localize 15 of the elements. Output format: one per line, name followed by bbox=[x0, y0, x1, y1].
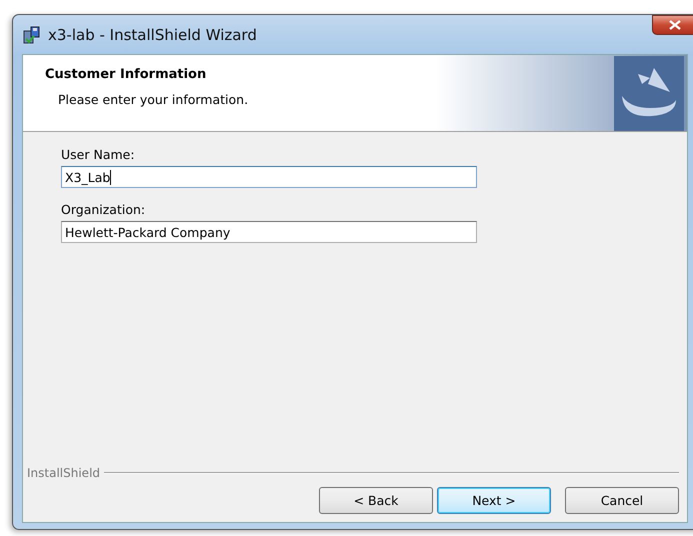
input-field[interactable]: X3_Lab bbox=[61, 166, 477, 188]
wizard-button[interactable]: < Back bbox=[319, 487, 433, 514]
page-subtitle: Please enter your information. bbox=[57, 91, 248, 109]
page-title: Customer Information bbox=[45, 66, 208, 84]
installer-icon bbox=[22, 24, 42, 44]
brand-label: InstallShield bbox=[27, 466, 100, 480]
wizard-button[interactable]: Cancel bbox=[565, 487, 679, 514]
window-title: x3-lab - InstallShield Wizard bbox=[48, 26, 257, 44]
field-label: Organization: bbox=[61, 201, 146, 219]
close-icon bbox=[668, 20, 680, 30]
field-label: User Name: bbox=[61, 146, 136, 164]
wizard-button[interactable]: Next > bbox=[437, 487, 551, 514]
input-field[interactable]: Hewlett-Packard Company bbox=[61, 221, 477, 243]
close-button[interactable] bbox=[652, 15, 693, 35]
logo-icon bbox=[614, 56, 684, 130]
